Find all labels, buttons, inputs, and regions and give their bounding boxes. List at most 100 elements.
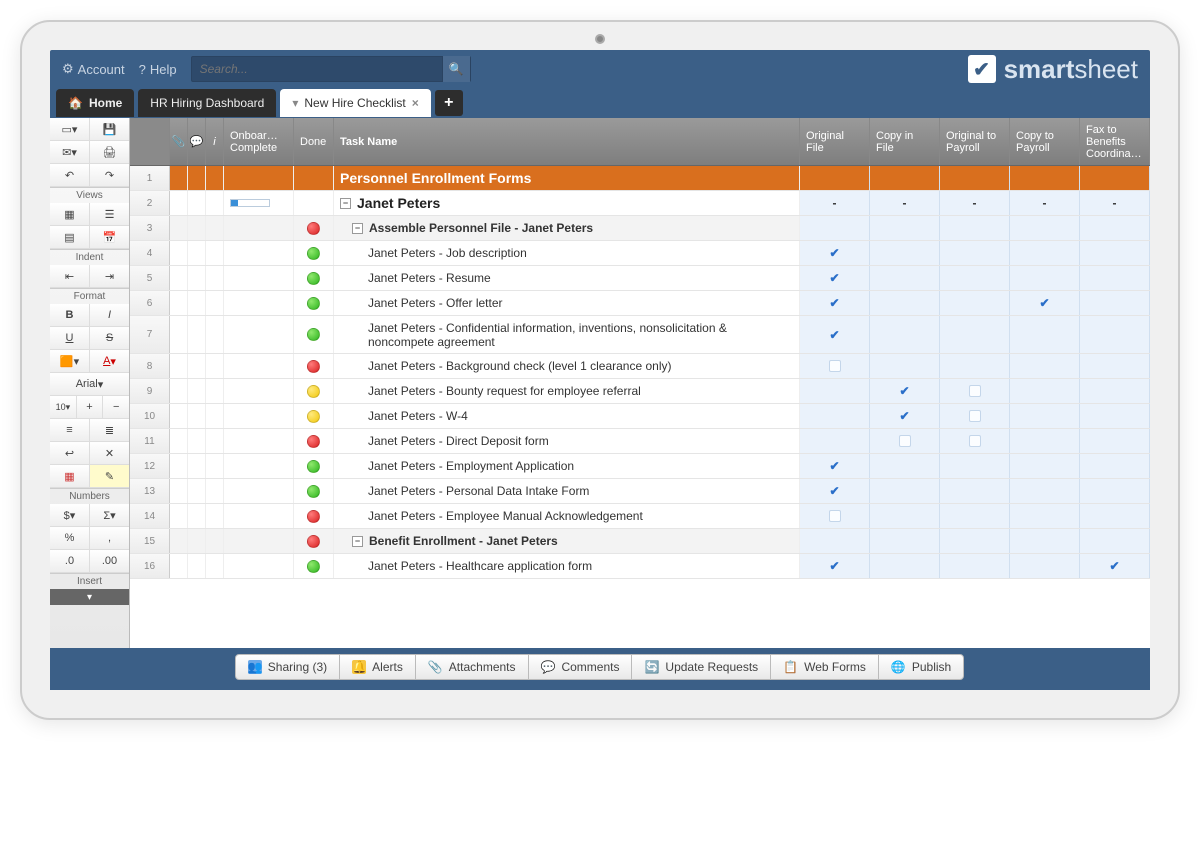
original-file-cell[interactable]: ✔ <box>800 266 870 290</box>
original-file-header[interactable]: Original File <box>800 118 870 165</box>
onboard-cell[interactable] <box>224 429 294 453</box>
publish-button[interactable]: 🌐Publish <box>878 654 964 680</box>
done-cell[interactable] <box>294 316 334 353</box>
font-size-select[interactable]: 10▾ <box>50 396 77 418</box>
copy-file-cell[interactable] <box>870 266 940 290</box>
table-row[interactable]: 8Janet Peters - Background check (level … <box>130 354 1150 379</box>
table-row[interactable]: 9Janet Peters - Bounty request for emplo… <box>130 379 1150 404</box>
copy-file-cell[interactable] <box>870 216 940 240</box>
decrease-decimal-button[interactable]: .0 <box>50 550 90 572</box>
tab-hr-dashboard[interactable]: HR Hiring Dashboard <box>138 89 276 117</box>
attachment-cell[interactable] <box>170 316 188 353</box>
copy-payroll-header[interactable]: Copy to Payroll <box>1010 118 1080 165</box>
task-cell[interactable]: −Assemble Personnel File - Janet Peters <box>334 216 800 240</box>
save-button[interactable]: 💾 <box>90 118 129 140</box>
close-icon[interactable]: × <box>412 96 419 110</box>
comment-cell[interactable] <box>188 241 206 265</box>
row-number[interactable]: 15 <box>130 529 170 553</box>
attachment-cell[interactable] <box>170 504 188 528</box>
original-payroll-cell[interactable] <box>940 291 1010 315</box>
original-payroll-cell[interactable] <box>940 429 1010 453</box>
row-number[interactable]: 13 <box>130 479 170 503</box>
attachments-button[interactable]: 📎Attachments <box>415 654 529 680</box>
attachment-cell[interactable] <box>170 454 188 478</box>
undo-button[interactable]: ↶ <box>50 164 90 186</box>
strike-button[interactable]: S <box>90 327 129 349</box>
fax-benefits-cell[interactable] <box>1080 404 1150 428</box>
attachment-cell[interactable] <box>170 241 188 265</box>
copy-file-cell[interactable] <box>870 316 940 353</box>
original-file-cell[interactable]: ✔ <box>800 241 870 265</box>
done-cell[interactable] <box>294 216 334 240</box>
info-col-header[interactable]: i <box>206 118 224 165</box>
comment-cell[interactable] <box>188 529 206 553</box>
onboard-cell[interactable] <box>224 529 294 553</box>
comment-cell[interactable] <box>188 191 206 215</box>
font-increase-button[interactable]: + <box>77 396 104 418</box>
table-row[interactable]: 1Personnel Enrollment Forms <box>130 166 1150 191</box>
tab-home[interactable]: 🏠 Home <box>56 89 134 117</box>
task-cell[interactable]: Personnel Enrollment Forms <box>334 166 800 190</box>
fax-benefits-cell[interactable] <box>1080 316 1150 353</box>
info-cell[interactable] <box>206 354 224 378</box>
print-button[interactable]: 🖨 <box>90 141 129 163</box>
comment-col-header[interactable]: 💬 <box>188 118 206 165</box>
row-number[interactable]: 3 <box>130 216 170 240</box>
copy-payroll-cell[interactable] <box>1010 454 1080 478</box>
email-button[interactable]: ✉▾ <box>50 141 90 163</box>
copy-file-cell[interactable] <box>870 166 940 190</box>
original-file-cell[interactable]: ✔ <box>800 291 870 315</box>
indent-button[interactable]: ⇥ <box>90 265 129 287</box>
attachment-cell[interactable] <box>170 429 188 453</box>
original-payroll-cell[interactable] <box>940 504 1010 528</box>
info-cell[interactable] <box>206 454 224 478</box>
currency-button[interactable]: $▾ <box>50 504 90 526</box>
info-cell[interactable] <box>206 429 224 453</box>
original-payroll-cell[interactable] <box>940 379 1010 403</box>
comment-cell[interactable] <box>188 429 206 453</box>
fax-benefits-cell[interactable] <box>1080 241 1150 265</box>
original-payroll-cell[interactable] <box>940 404 1010 428</box>
comment-cell[interactable] <box>188 504 206 528</box>
done-cell[interactable] <box>294 404 334 428</box>
table-row[interactable]: 14Janet Peters - Employee Manual Acknowl… <box>130 504 1150 529</box>
task-cell[interactable]: Janet Peters - Background check (level 1… <box>334 354 800 378</box>
original-file-cell[interactable] <box>800 504 870 528</box>
onboard-cell[interactable] <box>224 291 294 315</box>
task-header[interactable]: Task Name <box>334 118 800 165</box>
onboard-cell[interactable] <box>224 504 294 528</box>
copy-file-cell[interactable]: - <box>870 191 940 215</box>
comment-cell[interactable] <box>188 291 206 315</box>
expand-sidebar-button[interactable]: ▾ <box>50 589 129 605</box>
copy-payroll-cell[interactable] <box>1010 266 1080 290</box>
original-payroll-cell[interactable] <box>940 454 1010 478</box>
original-payroll-cell[interactable] <box>940 241 1010 265</box>
fax-benefits-cell[interactable] <box>1080 354 1150 378</box>
align-h-button[interactable]: ≡ <box>50 419 90 441</box>
original-file-cell[interactable] <box>800 216 870 240</box>
table-row[interactable]: 15 −Benefit Enrollment - Janet Peters <box>130 529 1150 554</box>
comment-cell[interactable] <box>188 479 206 503</box>
original-payroll-cell[interactable] <box>940 266 1010 290</box>
done-cell[interactable] <box>294 379 334 403</box>
task-cell[interactable]: Janet Peters - Job description <box>334 241 800 265</box>
row-number[interactable]: 5 <box>130 266 170 290</box>
comment-cell[interactable] <box>188 379 206 403</box>
underline-button[interactable]: U <box>50 327 90 349</box>
collapse-icon[interactable]: − <box>340 198 351 209</box>
info-cell[interactable] <box>206 316 224 353</box>
info-cell[interactable] <box>206 291 224 315</box>
done-cell[interactable] <box>294 166 334 190</box>
copy-file-cell[interactable] <box>870 479 940 503</box>
italic-button[interactable]: I <box>90 304 129 326</box>
task-cell[interactable]: Janet Peters - Resume <box>334 266 800 290</box>
outdent-button[interactable]: ⇤ <box>50 265 90 287</box>
onboard-cell[interactable] <box>224 404 294 428</box>
original-file-cell[interactable] <box>800 166 870 190</box>
row-number[interactable]: 11 <box>130 429 170 453</box>
table-row[interactable]: 10Janet Peters - W-4✔ <box>130 404 1150 429</box>
task-cell[interactable]: −Benefit Enrollment - Janet Peters <box>334 529 800 553</box>
row-number[interactable]: 6 <box>130 291 170 315</box>
info-cell[interactable] <box>206 166 224 190</box>
attachment-cell[interactable] <box>170 266 188 290</box>
